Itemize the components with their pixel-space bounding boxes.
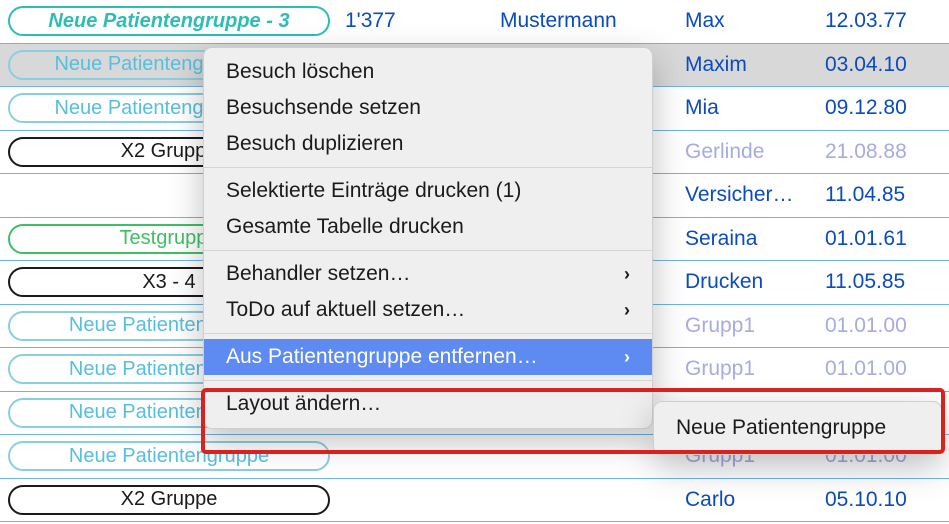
menu-item-label: Gesamte Tabelle drucken — [226, 215, 464, 239]
menu-separator — [204, 380, 652, 381]
menu-separator — [204, 250, 652, 251]
cell-dob: 12.03.77 — [825, 9, 935, 33]
menu-item[interactable]: Besuchsende setzen — [204, 90, 652, 126]
menu-item-label: Besuch löschen — [226, 60, 374, 84]
chevron-right-icon: › — [624, 347, 630, 368]
menu-item[interactable]: Besuch löschen — [204, 54, 652, 90]
cell-dob: 11.05.85 — [825, 270, 935, 294]
pill-cell: Neue Patientengruppe — [0, 441, 345, 471]
menu-item[interactable]: Besuch duplizieren — [204, 126, 652, 162]
menu-separator — [204, 333, 652, 334]
cell-dob: 03.04.10 — [825, 53, 935, 77]
menu-item[interactable]: Behandler setzen… › — [204, 256, 652, 292]
pill-cell: Neue Patientengruppe - 3 — [0, 6, 345, 36]
cell-firstname: Drucken — [685, 270, 825, 294]
cell-firstname: Grupp1 — [685, 357, 825, 381]
submenu-item-neue-patientengruppe[interactable]: Neue Patientengruppe — [654, 408, 941, 448]
pill-label: X2 Gruppe — [121, 488, 218, 511]
context-menu: Besuch löschen Besuchsende setzen Besuch d… — [203, 47, 653, 429]
menu-item-label: ToDo auf aktuell setzen… — [226, 298, 465, 322]
cell-dob: 21.08.88 — [825, 140, 935, 164]
cell-firstname: Max — [685, 9, 825, 33]
cell-firstname: Grupp1 — [685, 314, 825, 338]
menu-item[interactable]: Selektierte Einträge drucken (1) — [204, 173, 652, 209]
cell-lastname: Mustermann — [500, 9, 685, 33]
chevron-right-icon: › — [624, 300, 630, 321]
cell-dob: 11.04.85 — [825, 183, 935, 207]
pill-label: Neue Patientengruppe — [69, 445, 269, 468]
submenu-item-label: Neue Patientengruppe — [676, 416, 886, 440]
table-row[interactable]: Neue Patientengruppe - 3 1'377MustermannM… — [0, 0, 949, 44]
patient-group-pill[interactable]: Neue Patientengruppe - 3 — [8, 6, 330, 36]
menu-item-label: Layout ändern… — [226, 392, 381, 416]
cell-firstname: Versicher… — [685, 183, 825, 207]
menu-item[interactable]: ToDo auf aktuell setzen… › — [204, 292, 652, 328]
cell-firstname: Carlo — [685, 488, 825, 512]
table-row[interactable]: X2 Gruppe Carlo05.10.10 — [0, 479, 949, 523]
menu-item-label: Besuch duplizieren — [226, 132, 403, 156]
menu-item-label: Aus Patientengruppe entfernen… — [226, 345, 538, 369]
menu-item[interactable]: Layout ändern… — [204, 386, 652, 422]
cell-dob: 09.12.80 — [825, 96, 935, 120]
chevron-right-icon: › — [624, 264, 630, 285]
cell-firstname: Maxim — [685, 53, 825, 77]
pill-label: Neue Patientengruppe - 3 — [48, 10, 289, 33]
menu-item-label: Behandler setzen… — [226, 262, 410, 286]
patient-group-pill[interactable]: X2 Gruppe — [8, 485, 330, 515]
pill-cell: X2 Gruppe — [0, 485, 345, 515]
pill-label: X3 - 4 — [142, 271, 195, 294]
menu-separator — [204, 167, 652, 168]
cell-firstname: Seraina — [685, 227, 825, 251]
cell-firstname: Mia — [685, 96, 825, 120]
cell-dob: 01.01.00 — [825, 314, 935, 338]
cell-dob: 01.01.61 — [825, 227, 935, 251]
context-submenu: Neue Patientengruppe — [653, 401, 942, 455]
menu-item[interactable]: Gesamte Tabelle drucken — [204, 209, 652, 245]
cell-firstname: Gerlinde — [685, 140, 825, 164]
cell-dob: 01.01.00 — [825, 357, 935, 381]
cell-id: 1'377 — [345, 9, 500, 33]
patient-group-pill[interactable]: Neue Patientengruppe — [8, 441, 330, 471]
menu-item-label: Besuchsende setzen — [226, 96, 421, 120]
menu-item[interactable]: Aus Patientengruppe entfernen… › — [204, 339, 652, 375]
menu-item-label: Selektierte Einträge drucken (1) — [226, 179, 521, 203]
cell-dob: 05.10.10 — [825, 488, 935, 512]
